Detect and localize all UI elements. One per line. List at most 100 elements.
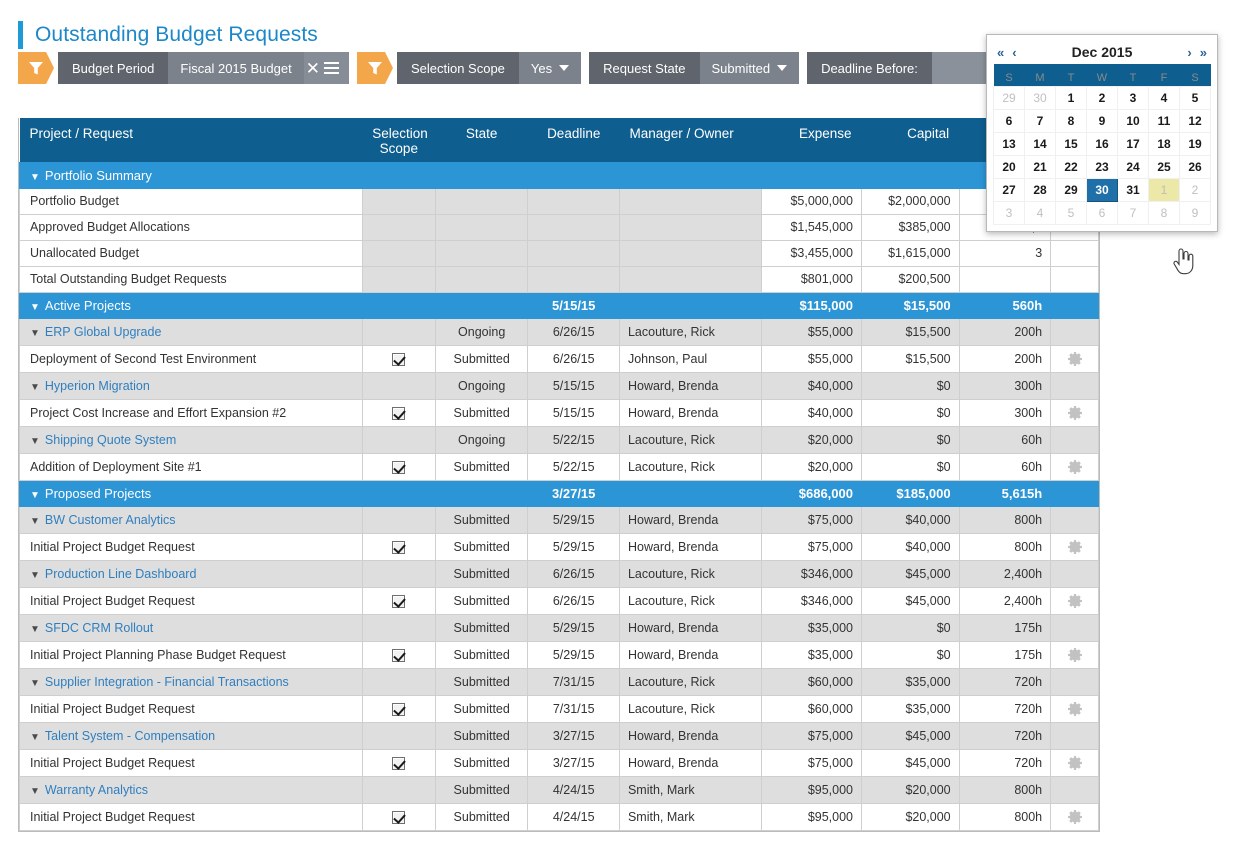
- table-row-project[interactable]: ▼ ERP Global Upgrade Ongoing 6/26/15 Lacoutu…: [19, 317, 1099, 346]
- table-row-group[interactable]: ▼ Active Projects 5/15/15 $115,000 $15,500 56…: [19, 291, 1099, 319]
- datepicker-day[interactable]: 6: [1086, 200, 1118, 225]
- chevron-down-icon[interactable]: [777, 65, 788, 71]
- table-row-project[interactable]: ▼ Production Line Dashboard Submitted 6/26/…: [19, 559, 1099, 588]
- column-header-state[interactable]: State: [435, 118, 528, 162]
- row-label[interactable]: Shipping Quote System: [45, 433, 176, 447]
- gear-icon[interactable]: [1067, 701, 1082, 716]
- gear-icon[interactable]: [1067, 405, 1082, 420]
- datepicker-month-title[interactable]: Dec 2015: [1021, 44, 1184, 60]
- datepicker-day[interactable]: 1: [1055, 85, 1087, 110]
- collapse-triangle-icon[interactable]: ▼: [30, 786, 40, 797]
- datepicker-day[interactable]: 18: [1148, 131, 1180, 156]
- datepicker-next-month-button[interactable]: ›: [1183, 45, 1195, 60]
- datepicker-day[interactable]: 11: [1148, 108, 1180, 133]
- datepicker-day[interactable]: 31: [1117, 177, 1149, 202]
- row-label[interactable]: BW Customer Analytics: [45, 513, 176, 527]
- table-row-group[interactable]: ▼ Portfolio Summary: [19, 161, 1099, 189]
- column-header-manager[interactable]: Manager / Owner: [619, 118, 762, 162]
- datepicker-day[interactable]: 12: [1179, 108, 1211, 133]
- datepicker-day[interactable]: 30: [1024, 85, 1056, 110]
- column-header-deadline[interactable]: Deadline: [527, 118, 620, 162]
- gear-icon[interactable]: [1067, 459, 1082, 474]
- datepicker-day[interactable]: 22: [1055, 154, 1087, 179]
- datepicker-day[interactable]: 29: [1055, 177, 1087, 202]
- collapse-triangle-icon[interactable]: ▼: [30, 516, 40, 527]
- datepicker-day[interactable]: 7: [1117, 200, 1149, 225]
- collapse-triangle-icon[interactable]: ▼: [30, 302, 40, 313]
- selection-scope-checkbox[interactable]: [392, 460, 406, 474]
- selection-scope-checkbox[interactable]: [392, 756, 406, 770]
- datepicker-day[interactable]: 29: [993, 85, 1025, 110]
- filter-value-1[interactable]: Yes: [518, 52, 582, 84]
- datepicker-day[interactable]: 21: [1024, 154, 1056, 179]
- collapse-triangle-icon[interactable]: ▼: [30, 678, 40, 689]
- row-label[interactable]: Supplier Integration - Financial Transac…: [45, 675, 289, 689]
- column-header-scope[interactable]: Selection Scope: [362, 118, 436, 162]
- datepicker-day[interactable]: 23: [1086, 154, 1118, 179]
- datepicker-last-year-button[interactable]: »: [1196, 45, 1211, 60]
- row-label[interactable]: SFDC CRM Rollout: [45, 621, 153, 635]
- datepicker-day[interactable]: 16: [1086, 131, 1118, 156]
- datepicker-day[interactable]: 20: [993, 154, 1025, 179]
- gear-icon[interactable]: [1067, 809, 1082, 824]
- row-label[interactable]: Production Line Dashboard: [45, 567, 197, 581]
- table-row-project[interactable]: ▼ BW Customer Analytics Submitted 5/29/15 Ho…: [19, 505, 1099, 534]
- datepicker-day[interactable]: 27: [993, 177, 1025, 202]
- datepicker-day[interactable]: 7: [1024, 108, 1056, 133]
- gear-icon[interactable]: [1067, 593, 1082, 608]
- datepicker-day[interactable]: 19: [1179, 131, 1211, 156]
- table-row-project[interactable]: ▼ Talent System - Compensation Submitted 3/…: [19, 721, 1099, 750]
- datepicker-day[interactable]: 8: [1148, 200, 1180, 225]
- collapse-triangle-icon[interactable]: ▼: [30, 732, 40, 743]
- row-label[interactable]: ERP Global Upgrade: [45, 325, 162, 339]
- datepicker-day[interactable]: 5: [1179, 85, 1211, 110]
- row-label[interactable]: Warranty Analytics: [45, 783, 148, 797]
- datepicker-first-year-button[interactable]: «: [993, 45, 1008, 60]
- selection-scope-checkbox[interactable]: [392, 352, 406, 366]
- datepicker-day[interactable]: 2: [1179, 177, 1211, 202]
- table-row-project[interactable]: ▼ Supplier Integration - Financial Transa…: [19, 667, 1099, 696]
- selection-scope-checkbox[interactable]: [392, 702, 406, 716]
- filter-funnel-button-1[interactable]: [356, 52, 393, 84]
- column-header-name[interactable]: Project / Request: [19, 118, 363, 162]
- gear-icon[interactable]: [1067, 351, 1082, 366]
- datepicker-day[interactable]: 4: [1148, 85, 1180, 110]
- filter-value-2[interactable]: Submitted: [699, 52, 800, 84]
- selection-scope-checkbox[interactable]: [392, 810, 406, 824]
- datepicker-day[interactable]: 10: [1117, 108, 1149, 133]
- datepicker-day[interactable]: 28: [1024, 177, 1056, 202]
- datepicker-day[interactable]: 24: [1117, 154, 1149, 179]
- datepicker-day[interactable]: 4: [1024, 200, 1056, 225]
- datepicker-day[interactable]: 14: [1024, 131, 1056, 156]
- deadline-datepicker[interactable]: « ‹ Dec 2015 › » SMTWTFS 29 30 1 2 3 4 5 6 7 8 9 10…: [986, 34, 1218, 232]
- column-header-capital[interactable]: Capital: [861, 118, 960, 162]
- collapse-triangle-icon[interactable]: ▼: [30, 382, 40, 393]
- datepicker-prev-month-button[interactable]: ‹: [1008, 45, 1020, 60]
- datepicker-day[interactable]: 17: [1117, 131, 1149, 156]
- selection-scope-checkbox[interactable]: [392, 540, 406, 554]
- datepicker-day[interactable]: 15: [1055, 131, 1087, 156]
- chevron-down-icon[interactable]: [559, 65, 570, 71]
- menu-icon[interactable]: [323, 59, 339, 77]
- table-row-project[interactable]: ▼ Shipping Quote System Ongoing 5/22/15 Laco…: [19, 425, 1099, 454]
- datepicker-day[interactable]: 8: [1055, 108, 1087, 133]
- datepicker-day[interactable]: 3: [993, 200, 1025, 225]
- gear-icon[interactable]: [1067, 755, 1082, 770]
- table-row-project[interactable]: ▼ SFDC CRM Rollout Submitted 5/29/15 Howard,…: [19, 613, 1099, 642]
- selection-scope-checkbox[interactable]: [392, 406, 406, 420]
- filter-value-0[interactable]: Fiscal 2015 Budget: [168, 52, 304, 84]
- datepicker-day[interactable]: 9: [1086, 108, 1118, 133]
- datepicker-day-selected[interactable]: 30: [1086, 177, 1118, 202]
- datepicker-day[interactable]: 9: [1179, 200, 1211, 225]
- table-row-group[interactable]: ▼ Proposed Projects 3/27/15 $686,000 $185,00…: [19, 479, 1099, 507]
- collapse-triangle-icon[interactable]: ▼: [30, 490, 40, 501]
- gear-icon[interactable]: [1067, 539, 1082, 554]
- datepicker-day[interactable]: 6: [993, 108, 1025, 133]
- datepicker-day-hovered[interactable]: 1: [1148, 177, 1180, 202]
- filter-funnel-button-0[interactable]: [18, 52, 54, 84]
- datepicker-day[interactable]: 13: [993, 131, 1025, 156]
- datepicker-day[interactable]: 26: [1179, 154, 1211, 179]
- datepicker-day[interactable]: 2: [1086, 85, 1118, 110]
- collapse-triangle-icon[interactable]: ▼: [30, 624, 40, 635]
- close-icon[interactable]: ✕: [306, 60, 320, 77]
